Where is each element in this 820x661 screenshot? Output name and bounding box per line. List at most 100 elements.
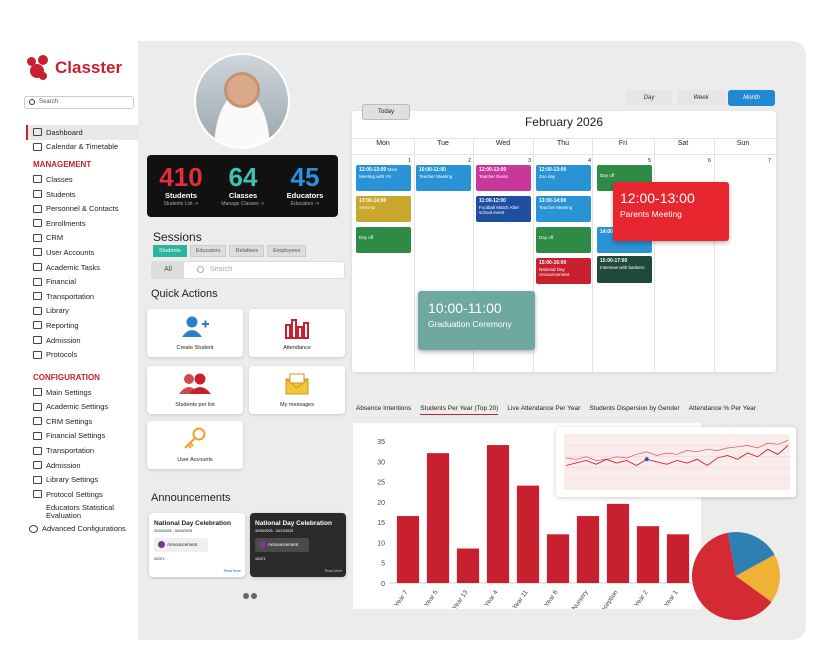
sidebar-item-crm-settings[interactable]: CRM Settings: [26, 414, 138, 429]
calendar-event[interactable]: 13:00-14:00 Seminar: [356, 196, 411, 222]
date-number: 4: [588, 158, 592, 164]
today-button[interactable]: Today: [362, 104, 410, 120]
sidebar-item-calendar[interactable]: Calendar & Timetable: [26, 140, 138, 155]
calendar-event[interactable]: 12:00-13:00 Zoo day: [536, 165, 591, 191]
read-more-link[interactable]: Read More: [325, 569, 342, 573]
popup-title: Graduation Ceremony: [428, 319, 512, 329]
calendar-event[interactable]: Day off: [536, 227, 591, 253]
read-more-link[interactable]: Read More: [224, 569, 241, 573]
bus-icon: [33, 292, 42, 301]
create-student-button[interactable]: Create Student: [147, 309, 243, 357]
students-icon: [33, 190, 42, 199]
management-heading: MANAGEMENT: [33, 160, 92, 170]
calendar-event[interactable]: 15:00-16:00 National Day Announcement: [536, 258, 591, 284]
sidebar-item-enrollments[interactable]: Enrollments: [26, 216, 138, 231]
bar: [636, 526, 660, 583]
stat-educators[interactable]: 45 Educators Educators ->: [275, 163, 335, 207]
monitor-icon: [33, 128, 42, 137]
tab-employees[interactable]: Employees: [267, 245, 307, 257]
date-number: 1: [408, 158, 412, 164]
settings-icon: [33, 388, 42, 397]
tab-students-per-year[interactable]: Students Per Year (Top 20): [420, 405, 499, 415]
announcements-title: Announcements: [151, 492, 231, 504]
tab-students[interactable]: Students: [153, 245, 187, 257]
crm-settings-icon: [33, 417, 42, 426]
bar: [546, 534, 570, 583]
stat-classes-link[interactable]: Manage Classes ->: [213, 201, 273, 207]
sidebar-nav: Dashboard Calendar & Timetable MANAGEMEN…: [26, 125, 138, 536]
tab-educators[interactable]: Educators: [189, 245, 227, 257]
graduation-ceremony-popup[interactable]: 10:00-11:00 Graduation Ceremony: [418, 291, 535, 350]
calendar-event[interactable]: 12:00-13:00 Main Meeting with Y6: [356, 165, 411, 191]
sidebar-item-reporting[interactable]: Reporting: [26, 318, 138, 333]
sidebar-item-protocols[interactable]: Protocols: [26, 347, 138, 362]
tab-relatives[interactable]: Relatives: [229, 245, 265, 257]
bar: [516, 485, 540, 583]
view-month-button[interactable]: Month: [728, 90, 775, 106]
sidebar-item-user-accounts[interactable]: User Accounts: [26, 245, 138, 260]
carousel-dots[interactable]: [243, 586, 259, 604]
announcement-card[interactable]: National Day Celebration 30/09/2025 - 30…: [149, 513, 245, 577]
sidebar-item-classes[interactable]: Classes: [26, 172, 138, 187]
sidebar-item-academic-tasks[interactable]: Academic Tasks: [26, 260, 138, 275]
sidebar-item-dashboard[interactable]: Dashboard: [26, 125, 138, 140]
sessions-search-input[interactable]: Search: [210, 266, 232, 273]
sidebar-item-personnel[interactable]: Personnel & Contacts: [26, 201, 138, 216]
sidebar-item-educators-evaluation[interactable]: Educators Statistical Evaluation: [26, 502, 138, 522]
calendar-event[interactable]: 10:00-11:00 Teacher Meeting: [416, 165, 471, 191]
stat-students[interactable]: 410 Students Students List ->: [151, 163, 211, 207]
stat-students-link[interactable]: Students List ->: [151, 201, 211, 207]
sessions-filter: All Search: [151, 261, 345, 279]
bar: [426, 453, 450, 583]
sidebar-item-protocol-settings[interactable]: Protocol Settings: [26, 487, 138, 502]
logo[interactable]: Classter: [27, 55, 122, 81]
sidebar-item-main-settings[interactable]: Main Settings: [26, 385, 138, 400]
day-header-tue: Tue: [437, 140, 449, 147]
tab-students-dispersion[interactable]: Students Dispersion by Gender: [589, 405, 679, 415]
calendar-event[interactable]: 11:00-12:00 Football Match After school e…: [476, 196, 531, 222]
stat-educators-link[interactable]: Educators ->: [275, 201, 335, 207]
parents-meeting-popup[interactable]: 12:00-13:00 Parents Meeting: [613, 182, 729, 241]
calendar-event[interactable]: Day off: [356, 227, 411, 253]
view-day-button[interactable]: Day: [626, 90, 672, 106]
sidebar-item-transportation-settings[interactable]: Transportation: [26, 443, 138, 458]
classes-icon: [33, 175, 42, 184]
attendance-button[interactable]: Attendance: [249, 309, 345, 357]
calendar-event[interactable]: 15:00-17:00 Interview with bankers: [597, 256, 652, 283]
user-avatar[interactable]: [194, 53, 290, 149]
sidebar-item-students[interactable]: Students: [26, 187, 138, 202]
filter-all-button[interactable]: All: [152, 262, 184, 278]
stat-educators-value: 45: [290, 162, 320, 192]
sidebar-item-library[interactable]: Library: [26, 304, 138, 319]
date-number: 6: [708, 158, 712, 164]
view-week-button[interactable]: Week: [677, 90, 725, 106]
sidebar-item-admission-settings[interactable]: Admission: [26, 458, 138, 473]
tab-live-attendance[interactable]: Live Attendance Per Year: [507, 405, 580, 415]
sidebar-item-admission[interactable]: Admission: [26, 333, 138, 348]
sidebar-item-crm[interactable]: CRM: [26, 231, 138, 246]
x-tick-label: Year 8: [543, 589, 560, 609]
sidebar-item-financial-settings[interactable]: Financial Settings: [26, 429, 138, 444]
key-icon: [184, 427, 206, 449]
announcement-card[interactable]: National Day Celebration 30/09/2025 - 30…: [250, 513, 346, 577]
sidebar-item-academic-settings[interactable]: Academic Settings: [26, 400, 138, 415]
app-window: Classter Search Dashboard Calendar & Tim…: [22, 41, 806, 640]
tab-attendance-percent[interactable]: Attendance % Per Year: [689, 405, 756, 415]
stat-classes[interactable]: 64 Classes Manage Classes ->: [213, 163, 273, 207]
announcement-title: National Day Celebration: [154, 520, 231, 527]
students-per-list-button[interactable]: Students per list: [147, 366, 243, 414]
calendar-event[interactable]: 12:00-13:00 Teacher Event: [476, 165, 531, 191]
sidebar-item-library-settings[interactable]: Library Settings: [26, 472, 138, 487]
announcement-tag: Announcement: [255, 538, 309, 552]
announcement-views: 40/371: [154, 557, 165, 561]
sidebar: Classter Search Dashboard Calendar & Tim…: [22, 41, 138, 640]
y-tick-label: 5: [381, 561, 385, 568]
sidebar-search-input[interactable]: Search: [24, 96, 134, 109]
calendar-event[interactable]: 13:00-14:00 Teacher Meeting: [536, 196, 591, 222]
my-messages-button[interactable]: My messages: [249, 366, 345, 414]
sidebar-item-financial[interactable]: Financial: [26, 274, 138, 289]
sidebar-item-transportation[interactable]: Transportation: [26, 289, 138, 304]
sidebar-item-advanced-configurations[interactable]: Advanced Configurations: [26, 522, 138, 537]
user-accounts-button[interactable]: User Accounts: [147, 421, 243, 469]
tab-absence-intentions[interactable]: Absence Intentions: [356, 405, 411, 415]
